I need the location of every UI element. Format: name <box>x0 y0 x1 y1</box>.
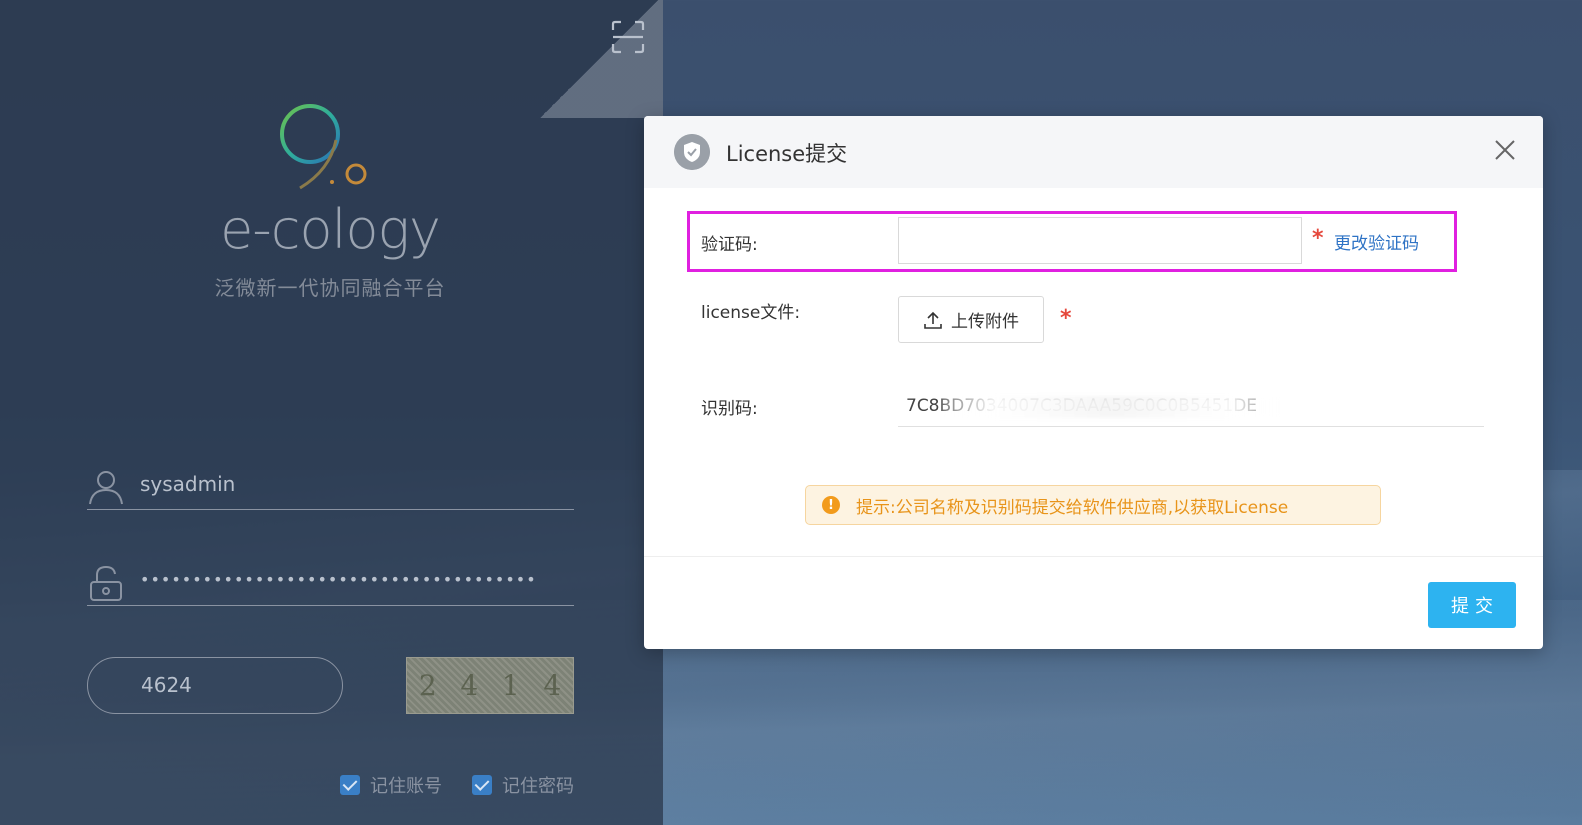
captcha-input[interactable] <box>898 217 1302 264</box>
footer-divider <box>644 556 1543 557</box>
identification-label: 识别码: <box>701 399 758 419</box>
modal-header: License提交 <box>644 116 1543 188</box>
close-icon[interactable] <box>1493 138 1517 162</box>
change-captcha-link[interactable]: 更改验证码 <box>1334 229 1419 254</box>
captcha-char: 1 <box>501 669 520 702</box>
login-captcha-input[interactable]: 4624 <box>87 657 343 714</box>
captcha-required-mark: * <box>1312 226 1324 251</box>
remember-password[interactable]: 记住密码 <box>472 772 574 798</box>
upload-icon <box>924 311 942 329</box>
captcha-label: 验证码: <box>701 235 758 255</box>
username-value: sysadmin <box>140 472 236 496</box>
license-file-label: license文件: <box>701 303 801 323</box>
remember-account-checkbox[interactable] <box>340 775 360 795</box>
captcha-char: 4 <box>460 669 479 702</box>
login-panel: e-cology 泛微新一代协同融合平台 sysadmin ••••••••••… <box>0 0 663 825</box>
remember-account-label: 记住账号 <box>370 776 442 797</box>
license-modal: License提交 验证码: * 更改验证码 license文件: 上传附件 *… <box>644 116 1543 649</box>
brand-name: e-cology <box>220 198 441 261</box>
username-field[interactable]: sysadmin <box>87 460 574 510</box>
license-file-required-mark: * <box>1060 306 1072 331</box>
upload-button-label: 上传附件 <box>951 312 1019 332</box>
user-icon <box>89 471 123 505</box>
brand-logo: e-cology 泛微新一代协同融合平台 <box>200 100 460 310</box>
unlock-icon <box>90 565 122 601</box>
tip-banner: ! 提示:公司名称及识别码提交给软件供应商,以获取License <box>805 485 1381 525</box>
remember-account[interactable]: 记住账号 <box>340 772 442 798</box>
warning-icon: ! <box>822 496 840 514</box>
captcha-char: 2 <box>418 669 437 702</box>
submit-button[interactable]: 提交 <box>1428 582 1516 628</box>
remember-password-checkbox[interactable] <box>472 775 492 795</box>
modal-title: License提交 <box>726 142 848 166</box>
shield-check-icon <box>674 134 710 170</box>
corner-decoration <box>535 0 663 118</box>
upload-attachment-button[interactable]: 上传附件 <box>898 296 1044 343</box>
logo-mark-icon <box>280 104 367 190</box>
tip-text: 提示:公司名称及识别码提交给软件供应商,以获取License <box>856 497 1289 518</box>
password-field[interactable]: •••••••••••••••••••••••••••••••••••••• <box>87 556 574 606</box>
fullscreen-scan-icon[interactable] <box>611 20 645 54</box>
brand-subtitle: 泛微新一代协同融合平台 <box>214 276 446 300</box>
captcha-image[interactable]: 2 4 1 4 <box>406 657 574 714</box>
identification-redaction <box>942 396 1282 418</box>
password-value: •••••••••••••••••••••••••••••••••••••• <box>140 570 537 589</box>
captcha-char: 4 <box>543 669 562 702</box>
remember-password-label: 记住密码 <box>502 776 574 797</box>
